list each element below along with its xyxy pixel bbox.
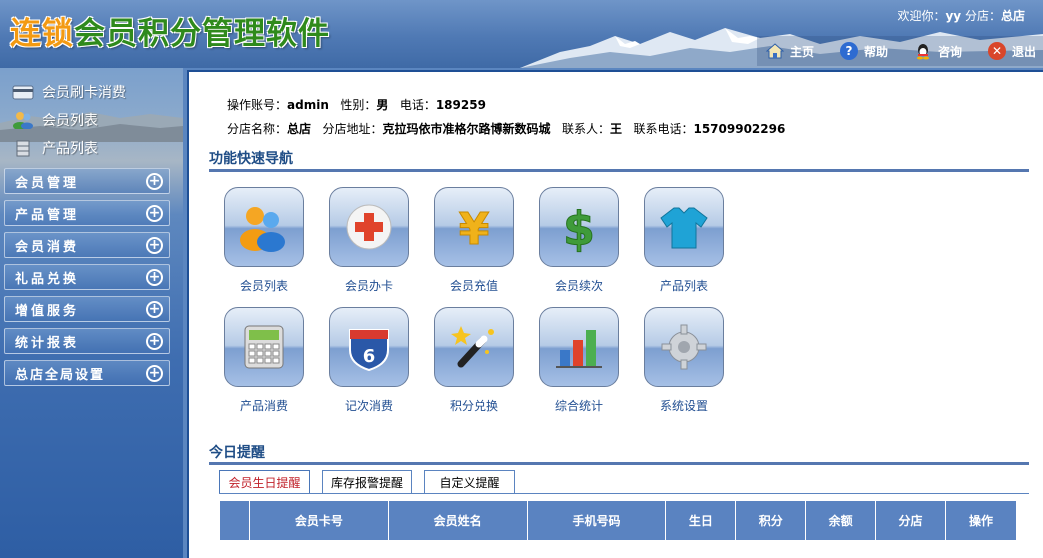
welcome-user: yy xyxy=(945,9,962,23)
dollar-icon: $ xyxy=(562,202,595,255)
branch-info: 分店名称：总店 分店地址：克拉玛依市准格尔路博新数码城 联系人：王 联系电话：1… xyxy=(227,122,786,136)
address-value: 克拉玛依市准格尔路博新数码城 xyxy=(382,122,551,136)
col-branch: 分店 xyxy=(875,500,947,541)
table-header-blank xyxy=(219,500,250,541)
help-icon: ? xyxy=(840,42,859,60)
svg-text:$: $ xyxy=(563,202,595,254)
contact-value: 王 xyxy=(609,122,622,136)
welcome-branch: 总店 xyxy=(1000,9,1025,23)
col-birthday: 生日 xyxy=(665,500,737,541)
feature-system-settings[interactable]: 系统设置 xyxy=(639,307,729,414)
tab-underline xyxy=(219,493,1029,494)
nav-home[interactable]: 主页 xyxy=(766,42,814,60)
divider xyxy=(209,462,1029,465)
feature-member-list[interactable]: 会员列表 xyxy=(219,187,309,294)
menu-global-settings[interactable]: 总店全局设置 + xyxy=(4,360,170,386)
qq-icon xyxy=(914,42,932,60)
users-icon xyxy=(13,112,33,129)
plus-icon: + xyxy=(146,300,163,318)
plus-icon: + xyxy=(146,332,163,350)
feature-product-consume[interactable]: 产品消费 xyxy=(219,307,309,414)
app-logo: 连锁会员积分管理软件 xyxy=(10,16,330,52)
bar-chart-icon xyxy=(556,330,602,368)
calculator-icon xyxy=(244,325,284,369)
account-value: admin xyxy=(287,98,329,112)
col-points: 积分 xyxy=(735,500,807,541)
sidebar: 会员刷卡消费 会员列表 产品列表 会员管理 + 产品管理 + 会员消费 + 礼品兑换 +… xyxy=(0,68,183,558)
welcome-text: 欢迎你：yy 分店：总店 xyxy=(897,9,1025,23)
quick-card-consume[interactable]: 会员刷卡消费 xyxy=(12,78,183,106)
plus-icon: + xyxy=(146,364,163,382)
nav-help[interactable]: ? 帮助 xyxy=(840,42,888,60)
home-icon xyxy=(766,42,784,60)
contact-phone-value: 15709902296 xyxy=(693,122,786,136)
tshirt-icon xyxy=(660,207,708,249)
col-card-no: 会员卡号 xyxy=(248,500,389,541)
svg-text:¥: ¥ xyxy=(459,204,490,254)
tab-stock-alarm[interactable]: 库存报警提醒 xyxy=(322,470,412,493)
menu-member-mgmt[interactable]: 会员管理 + xyxy=(4,168,170,194)
tab-custom[interactable]: 自定义提醒 xyxy=(424,470,515,493)
feature-statistics[interactable]: 综合统计 xyxy=(534,307,624,414)
menu-gift-exchange[interactable]: 礼品兑换 + xyxy=(4,264,170,290)
tab-birthday[interactable]: 会员生日提醒 xyxy=(219,470,310,493)
magic-wand-icon xyxy=(451,326,494,368)
top-nav: 主页 ? 帮助 咨询 ✕ 退出 xyxy=(757,36,1043,66)
feature-count-consume[interactable]: 6 记次消费 xyxy=(324,307,414,414)
phone-value: 189259 xyxy=(435,98,486,112)
nav-exit[interactable]: ✕ 退出 xyxy=(988,42,1036,60)
add-card-icon xyxy=(346,204,392,250)
plus-icon: + xyxy=(146,268,163,286)
feature-renew[interactable]: $ 会员续次 xyxy=(534,187,624,294)
plus-icon: + xyxy=(146,236,163,254)
member-list-icon xyxy=(240,207,285,252)
feature-recharge[interactable]: ¥ 会员充值 xyxy=(429,187,519,294)
svg-text:6: 6 xyxy=(363,346,376,367)
menu-product-mgmt[interactable]: 产品管理 + xyxy=(4,200,170,226)
yen-icon: ¥ xyxy=(458,204,490,255)
feature-product-list[interactable]: 产品列表 xyxy=(639,187,729,294)
today-reminder-title: 今日提醒 xyxy=(209,445,265,461)
reminder-tabs: 会员生日提醒 库存报警提醒 自定义提醒 xyxy=(219,470,527,493)
divider xyxy=(209,169,1029,172)
gender-value: 男 xyxy=(376,98,389,112)
exit-icon: ✕ xyxy=(988,42,1007,60)
quick-nav-title: 功能快速导航 xyxy=(209,151,293,167)
menu-reports[interactable]: 统计报表 + xyxy=(4,328,170,354)
quick-member-list[interactable]: 会员列表 xyxy=(12,106,183,134)
feature-points-exchange[interactable]: 积分兑换 xyxy=(429,307,519,414)
menu-member-consume[interactable]: 会员消费 + xyxy=(4,232,170,258)
col-mobile: 手机号码 xyxy=(526,500,667,541)
card-icon xyxy=(12,85,34,100)
plus-icon: + xyxy=(146,204,163,222)
main-content: 操作账号：admin 性别：男 电话：189259 分店名称：总店 分店地址：克… xyxy=(187,70,1043,558)
branch-value: 总店 xyxy=(287,122,312,136)
col-member-name: 会员姓名 xyxy=(387,500,528,541)
col-action: 操作 xyxy=(945,500,1017,541)
header: 连锁会员积分管理软件 欢迎你：yy 分店：总店 主页 ? 帮助 咨询 ✕ 退出 xyxy=(0,0,1043,68)
quick-product-list[interactable]: 产品列表 xyxy=(12,134,183,162)
menu-value-added[interactable]: 增值服务 + xyxy=(4,296,170,322)
sidebar-menu: 会员管理 + 产品管理 + 会员消费 + 礼品兑换 + 增值服务 + 统计报表 + 总店全局… xyxy=(4,168,170,392)
plus-icon: + xyxy=(146,172,163,190)
feature-add-card[interactable]: 会员办卡 xyxy=(324,187,414,294)
col-balance: 余额 xyxy=(805,500,877,541)
birthday-table: 会员卡号 会员姓名 手机号码 生日 积分 余额 分店 操作 xyxy=(219,500,1017,541)
counter-icon: 6 xyxy=(349,329,389,372)
database-icon xyxy=(16,140,30,157)
operator-info: 操作账号：admin 性别：男 电话：189259 xyxy=(227,98,486,112)
gear-icon xyxy=(661,324,707,370)
nav-consult[interactable]: 咨询 xyxy=(914,42,962,60)
